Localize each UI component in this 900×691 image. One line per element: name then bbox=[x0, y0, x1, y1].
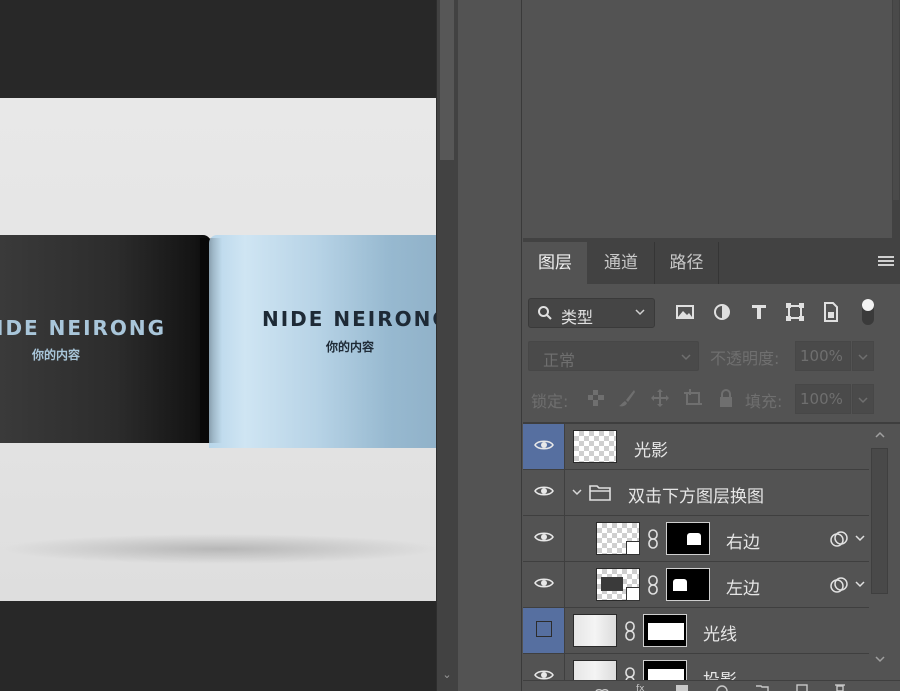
smart-filter-effects-icon[interactable] bbox=[829, 529, 849, 549]
layers-panel: 图层 通道 路径 类型 正常 不透明度: 100% 锁定: 填充: 100% 光… bbox=[523, 242, 900, 691]
fill-label: 填充: bbox=[745, 392, 783, 411]
upper-panel bbox=[523, 0, 892, 238]
book-shadow bbox=[0, 534, 436, 564]
upper-panel-scroll-thumb[interactable] bbox=[893, 0, 899, 200]
eye-icon bbox=[534, 578, 554, 588]
smart-object-filter-icon[interactable] bbox=[819, 300, 843, 324]
link-layers-icon[interactable] bbox=[595, 683, 609, 691]
folder-icon bbox=[589, 485, 611, 501]
smart-object-badge-icon bbox=[626, 587, 640, 601]
filter-type-label: 类型 bbox=[561, 308, 594, 327]
chevron-down-icon bbox=[858, 354, 868, 361]
link-chain-icon[interactable] bbox=[647, 575, 659, 595]
layer-mask-thumbnail[interactable] bbox=[666, 568, 710, 601]
visibility-toggle[interactable] bbox=[523, 516, 565, 561]
photoshop-window: IDE NEIRONG 你的内容 NIDE NEIRONG 你的内容 ⌄ 图层 … bbox=[0, 0, 900, 691]
layer-style-fx-icon[interactable]: fx bbox=[635, 683, 649, 691]
visibility-toggle[interactable] bbox=[523, 470, 565, 515]
add-mask-icon[interactable] bbox=[675, 683, 689, 691]
fill-dropdown-button[interactable] bbox=[852, 384, 874, 414]
link-chain-icon[interactable] bbox=[624, 621, 636, 641]
chevron-down-icon bbox=[635, 309, 645, 316]
layer-row-guangying[interactable]: 光影 bbox=[523, 424, 869, 470]
right-page-title: NIDE NEIRONG bbox=[262, 307, 436, 331]
smart-filter-effects-icon[interactable] bbox=[829, 575, 849, 595]
layer-row-left[interactable]: 左边 bbox=[523, 562, 869, 608]
chevron-up-icon[interactable] bbox=[873, 428, 887, 442]
scroll-down-arrow-icon[interactable]: ⌄ bbox=[440, 668, 454, 682]
lock-transparent-pixels-icon[interactable] bbox=[585, 387, 607, 409]
lock-label: 锁定: bbox=[531, 392, 569, 411]
layer-name[interactable]: 光影 bbox=[634, 436, 668, 461]
visibility-toggle[interactable] bbox=[523, 562, 565, 607]
chevron-down-icon bbox=[858, 397, 868, 404]
layer-mask-thumbnail[interactable] bbox=[666, 522, 710, 555]
layer-row-right[interactable]: 右边 bbox=[523, 516, 869, 562]
panel-tab-bar: 图层 通道 路径 bbox=[523, 242, 900, 284]
delete-layer-icon[interactable] bbox=[833, 683, 847, 691]
visibility-toggle[interactable] bbox=[523, 424, 565, 469]
hidden-visibility-box-icon bbox=[536, 621, 552, 637]
search-icon bbox=[538, 306, 552, 320]
chevron-down-icon[interactable] bbox=[855, 579, 865, 589]
svg-text:fx: fx bbox=[636, 684, 645, 691]
new-group-icon[interactable] bbox=[755, 683, 769, 691]
eye-icon bbox=[534, 440, 554, 450]
layer-row-light[interactable]: 光线 bbox=[523, 608, 869, 654]
tab-layers[interactable]: 图层 bbox=[523, 242, 587, 284]
lock-artboard-icon[interactable] bbox=[682, 387, 704, 409]
artboard[interactable]: IDE NEIRONG 你的内容 NIDE NEIRONG 你的内容 bbox=[0, 98, 436, 601]
opacity-field[interactable]: 100% bbox=[795, 341, 851, 371]
eye-icon bbox=[534, 532, 554, 542]
chevron-down-icon[interactable] bbox=[873, 652, 887, 666]
layer-thumbnail bbox=[573, 614, 617, 647]
opacity-dropdown-button[interactable] bbox=[852, 341, 874, 371]
lock-all-icon[interactable] bbox=[715, 387, 737, 409]
smart-object-badge-icon bbox=[626, 541, 640, 555]
opacity-label: 不透明度: bbox=[710, 349, 780, 368]
layer-list[interactable]: 光影 双击下方图层换图 右边 左边 光线 bbox=[523, 424, 869, 691]
new-layer-icon[interactable] bbox=[795, 683, 809, 691]
layer-name[interactable]: 光线 bbox=[703, 620, 737, 645]
lock-position-icon[interactable] bbox=[649, 387, 671, 409]
layer-name[interactable]: 左边 bbox=[726, 574, 760, 599]
layer-row-group[interactable]: 双击下方图层换图 bbox=[523, 470, 869, 516]
layer-thumbnail bbox=[573, 430, 617, 463]
filter-toggle-switch[interactable] bbox=[861, 298, 875, 326]
left-page-title: IDE NEIRONG bbox=[0, 316, 167, 340]
panel-dock-column bbox=[458, 0, 522, 691]
layer-name[interactable]: 双击下方图层换图 bbox=[628, 482, 764, 507]
right-page-subtitle: 你的内容 bbox=[326, 340, 375, 354]
fill-field[interactable]: 100% bbox=[795, 384, 851, 414]
layer-mask-thumbnail[interactable] bbox=[643, 614, 687, 647]
blend-mode-value: 正常 bbox=[543, 351, 576, 370]
chevron-down-icon[interactable] bbox=[855, 533, 865, 543]
book-right-page bbox=[209, 235, 436, 448]
type-filter-icon[interactable] bbox=[747, 300, 771, 324]
chevron-down-icon[interactable] bbox=[571, 486, 583, 498]
canvas-scroll-thumb[interactable] bbox=[440, 0, 454, 160]
layer-filter-select[interactable]: 类型 bbox=[528, 298, 655, 328]
tab-channels[interactable]: 通道 bbox=[589, 242, 655, 284]
shape-filter-icon[interactable] bbox=[783, 300, 807, 324]
image-filter-icon[interactable] bbox=[673, 300, 697, 324]
chevron-down-icon bbox=[681, 354, 691, 361]
eye-icon bbox=[534, 486, 554, 496]
visibility-toggle[interactable] bbox=[523, 608, 565, 653]
panel-menu-icon[interactable] bbox=[878, 254, 894, 270]
adjustment-filter-icon[interactable] bbox=[710, 300, 734, 324]
lock-image-pixels-icon[interactable] bbox=[616, 387, 638, 409]
left-page-subtitle: 你的内容 bbox=[32, 348, 81, 362]
link-chain-icon[interactable] bbox=[647, 529, 659, 549]
adjustment-layer-icon[interactable] bbox=[715, 683, 729, 691]
layer-list-scroll-thumb[interactable] bbox=[871, 448, 888, 594]
document-canvas[interactable]: IDE NEIRONG 你的内容 NIDE NEIRONG 你的内容 bbox=[0, 0, 436, 691]
tab-paths[interactable]: 路径 bbox=[655, 242, 719, 284]
blend-mode-select[interactable]: 正常 bbox=[528, 341, 699, 371]
layer-name[interactable]: 右边 bbox=[726, 528, 760, 553]
book-spine-shadow bbox=[200, 238, 222, 443]
